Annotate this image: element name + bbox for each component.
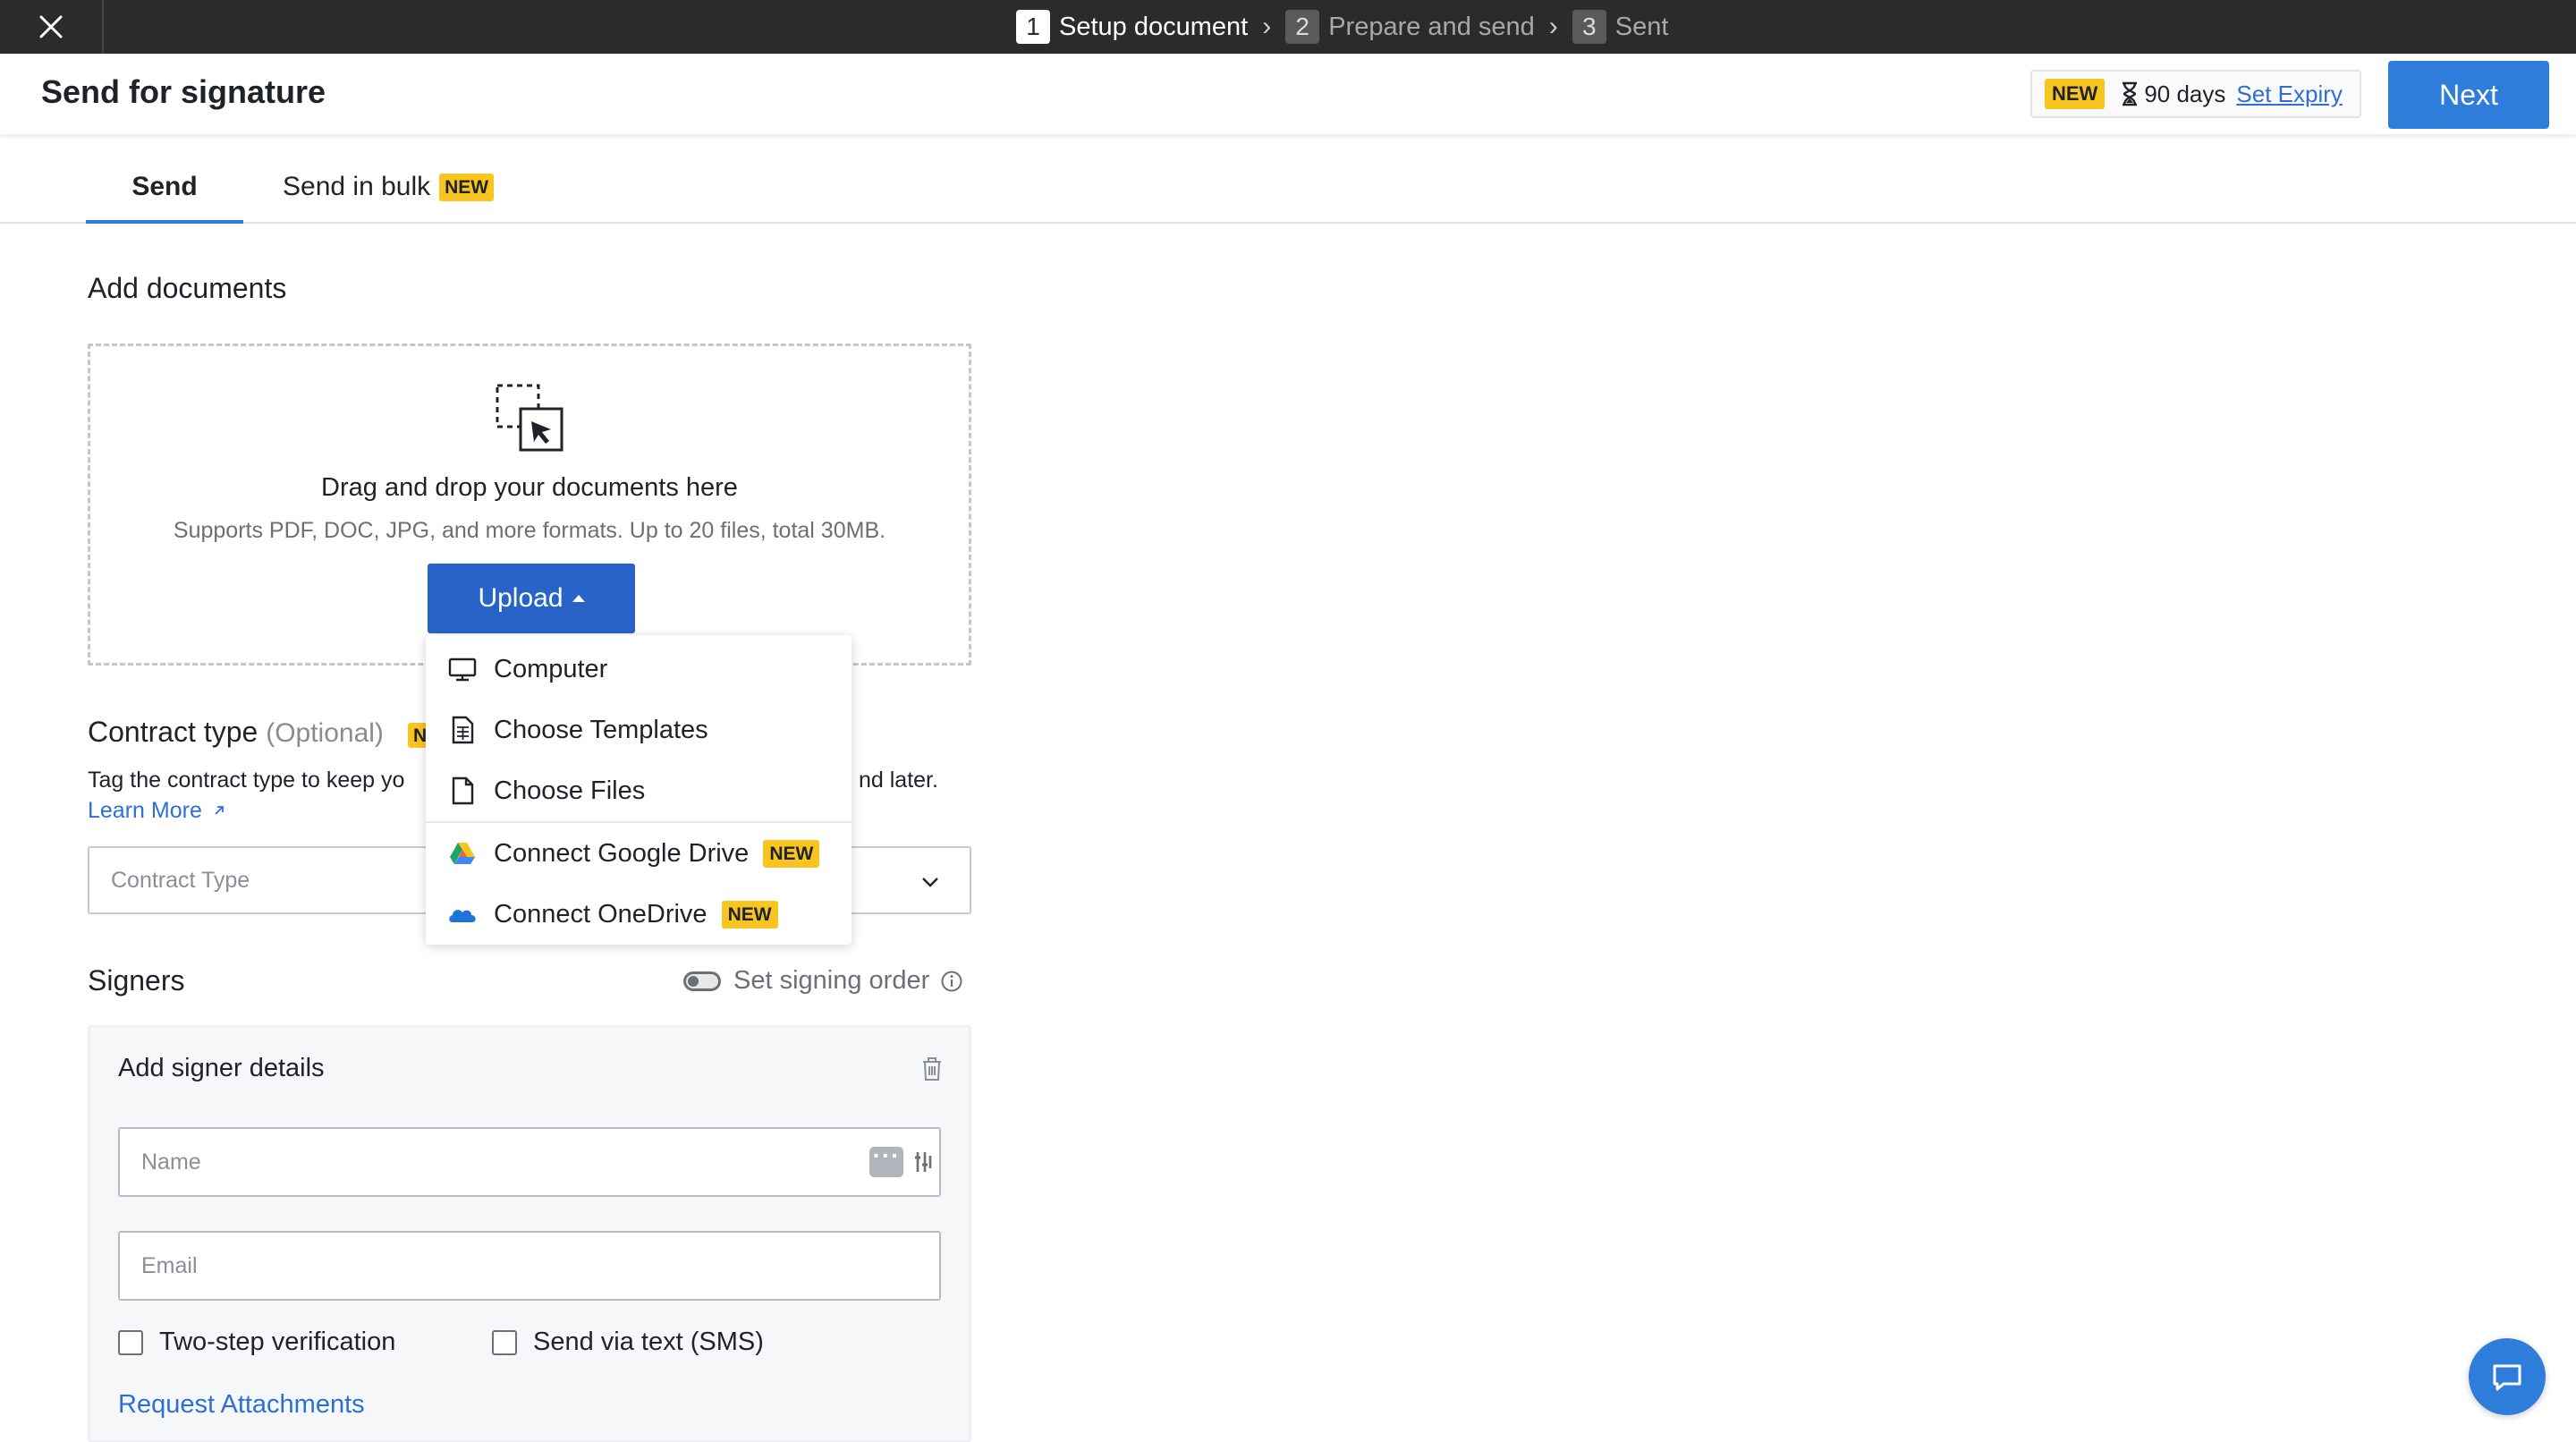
chat-icon (2493, 1364, 2521, 1391)
next-button[interactable]: Next (2388, 61, 2549, 129)
request-attachments-link[interactable]: Request Attachments (118, 1390, 365, 1420)
contacts-icon[interactable] (869, 1141, 903, 1177)
chat-button[interactable] (2469, 1338, 2546, 1415)
template-icon (452, 716, 474, 744)
learn-more-label: Learn More (88, 798, 202, 823)
checkbox[interactable] (492, 1329, 517, 1355)
caret-up-icon (572, 595, 585, 602)
step-number: 1 (1016, 10, 1050, 44)
new-badge: NEW (763, 839, 820, 868)
menu-item-connect-google-drive[interactable]: Connect Google Drive NEW (426, 823, 852, 884)
upload-label: Upload (478, 583, 564, 613)
drop-title: Drag and drop your documents here (321, 473, 738, 502)
file-icon (452, 776, 474, 805)
tab-send[interactable]: Send (86, 172, 243, 224)
chevron-down-icon (922, 878, 938, 887)
menu-item-label: Connect OneDrive (494, 899, 708, 929)
hourglass-icon (2123, 81, 2138, 106)
drop-subtitle: Supports PDF, DOC, JPG, and more formats… (173, 518, 886, 543)
upload-menu: Computer Choose Templates Choose Files C… (426, 635, 852, 945)
page-title: Send for signature (41, 73, 326, 110)
tab-bar: Send Send in bulk NEW (0, 134, 2576, 224)
external-link-icon (215, 806, 224, 815)
settings-sliders-icon[interactable] (912, 1147, 934, 1177)
menu-item-label: Computer (494, 654, 608, 683)
google-drive-icon (450, 843, 475, 864)
tab-send-in-bulk[interactable]: Send in bulk NEW (283, 172, 495, 202)
signing-order-label: Set signing order (733, 966, 930, 995)
checkbox[interactable] (118, 1329, 143, 1355)
chevron-right-icon: › (1262, 12, 1272, 41)
step-label: Sent (1614, 12, 1669, 41)
monitor-icon (448, 657, 477, 682)
new-badge: NEW (721, 900, 778, 929)
document-dropzone[interactable]: Drag and drop your documents here Suppor… (88, 344, 971, 666)
step-label: Prepare and send (1328, 12, 1535, 41)
two-step-label: Two-step verification (159, 1327, 396, 1356)
signer-card: Add signer details Two-step verification… (88, 1025, 971, 1442)
step-prepare-and-send: 2 Prepare and send (1285, 10, 1535, 44)
step-setup-document: 1 Setup document (1016, 10, 1248, 44)
learn-more-link[interactable]: Learn More (88, 798, 226, 824)
page-header: Send for signature NEW 90 days Set Expir… (0, 54, 2576, 134)
two-step-verification-option[interactable]: Two-step verification (118, 1327, 395, 1357)
step-label: Setup document (1059, 12, 1249, 41)
toggle-switch[interactable] (683, 971, 721, 991)
upload-button[interactable]: Upload (428, 564, 635, 633)
step-number: 3 (1572, 10, 1606, 44)
signers-title: Signers (88, 964, 185, 997)
expiry-days: 90 days (2144, 80, 2226, 107)
contract-description-tail: nd later. (859, 768, 938, 793)
close-icon (39, 15, 63, 38)
email-field[interactable] (118, 1231, 941, 1301)
info-icon[interactable] (940, 970, 963, 993)
menu-item-choose-files[interactable]: Choose Files (426, 760, 852, 821)
tab-bulk-label: Send in bulk (283, 172, 431, 201)
signing-order-toggle[interactable]: Set signing order (683, 966, 963, 996)
trash-icon[interactable] (919, 1056, 945, 1082)
contract-type-title: Contract type (Optional) (88, 716, 384, 749)
new-badge: NEW (439, 173, 495, 201)
stepper-bar: 1 Setup document › 2 Prepare and send › … (0, 0, 2576, 54)
menu-item-choose-templates[interactable]: Choose Templates (426, 700, 852, 760)
set-expiry-link[interactable]: Set Expiry (2236, 81, 2343, 108)
sms-label: Send via text (SMS) (533, 1327, 764, 1356)
chevron-right-icon: › (1548, 12, 1558, 41)
contract-description: Tag the contract type to keep yo (88, 768, 405, 793)
onedrive-icon (449, 910, 476, 922)
new-badge: NEW (2045, 79, 2106, 109)
step-number: 2 (1285, 10, 1320, 44)
email-input[interactable] (141, 1252, 839, 1279)
contract-type-placeholder: Contract Type (111, 867, 250, 893)
contract-type-label: Contract type (88, 716, 258, 748)
tab-send-label: Send (131, 172, 198, 201)
menu-item-label: Choose Templates (494, 715, 708, 744)
send-via-sms-option[interactable]: Send via text (SMS) (492, 1327, 764, 1357)
signer-card-title: Add signer details (118, 1054, 325, 1082)
close-button[interactable] (0, 0, 104, 54)
steps: 1 Setup document › 2 Prepare and send › … (1016, 0, 1668, 54)
drag-drop-icon (496, 384, 564, 452)
menu-item-label: Connect Google Drive (494, 838, 750, 868)
menu-item-computer[interactable]: Computer (426, 639, 852, 700)
name-field[interactable] (118, 1127, 941, 1197)
add-documents-title: Add documents (88, 272, 287, 304)
name-input[interactable] (141, 1149, 839, 1175)
step-sent: 3 Sent (1572, 10, 1669, 44)
menu-item-label: Choose Files (494, 776, 646, 805)
menu-item-connect-onedrive[interactable]: Connect OneDrive NEW (426, 884, 852, 945)
expiry-box: NEW 90 days Set Expiry (2030, 70, 2361, 118)
optional-label: (Optional) (266, 718, 384, 748)
